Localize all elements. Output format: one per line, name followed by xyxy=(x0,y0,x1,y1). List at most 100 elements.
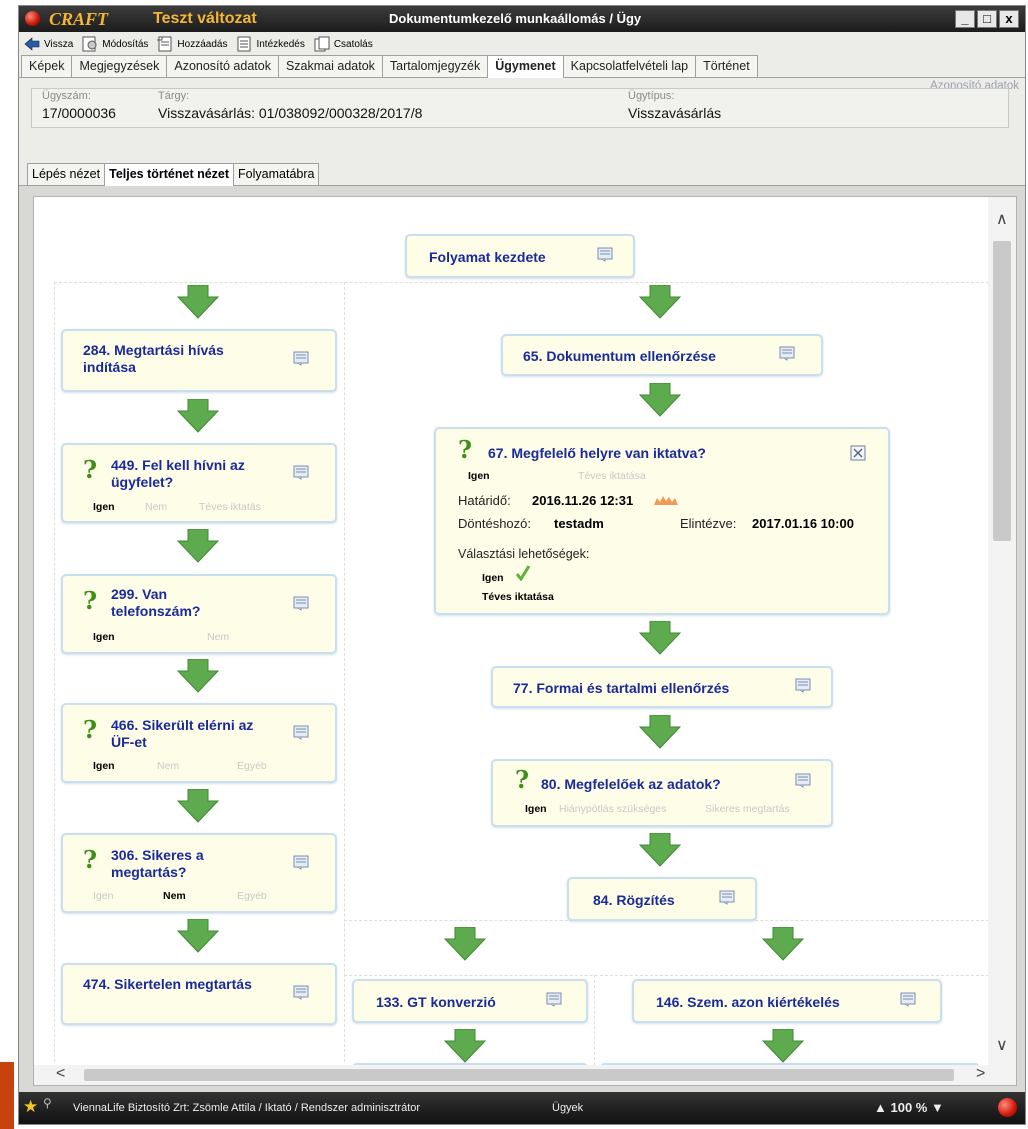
key-icon[interactable]: ⚲ xyxy=(43,1096,52,1110)
id-fields: Ügyszám: 17/0000036 Tárgy: Visszavásárlá… xyxy=(31,88,1009,128)
node-title: 65. Dokumentum ellenőrzése xyxy=(523,348,716,364)
option: Téves iktatása xyxy=(578,470,646,482)
flow-arrow xyxy=(638,285,682,319)
attach-button[interactable]: Csatolás xyxy=(313,36,373,52)
status-bar: ★ ⚲ ViennaLife Biztosító Zrt: Zsömle Att… xyxy=(19,1092,1025,1124)
window-title: Dokumentumkezelő munkaállomás / Ügy xyxy=(389,11,642,26)
option: Nem xyxy=(145,501,168,513)
flow-arrow xyxy=(443,1029,487,1063)
option-selected: Igen xyxy=(93,631,115,643)
edit-document-icon xyxy=(82,36,97,52)
scroll-right-icon[interactable]: > xyxy=(976,1065,985,1083)
flow-node-65[interactable]: 65. Dokumentum ellenőrzése xyxy=(501,334,823,376)
tab-flowchart[interactable]: Folyamatábra xyxy=(233,163,320,185)
lane-divider xyxy=(344,282,345,1062)
note-icon xyxy=(293,855,309,870)
maximize-button[interactable]: □ xyxy=(977,10,997,28)
tab-images[interactable]: Képek xyxy=(21,55,73,77)
node-title: 449. Fel kell hívni az ügyfelet? xyxy=(111,457,245,490)
case-no-value: 17/0000036 xyxy=(42,105,116,121)
tab-contact-sheet[interactable]: Kapcsolatfelvételi lap xyxy=(562,55,697,77)
id-panel: Azonosító adatok Ügyszám: 17/0000036 Tár… xyxy=(19,78,1025,164)
tab-id-data[interactable]: Azonosító adatok xyxy=(166,55,279,77)
vertical-scrollbar[interactable]: ∧ ∨ xyxy=(988,197,1016,1067)
case-type-label: Ügytípus: xyxy=(628,90,675,102)
scroll-left-icon[interactable]: < xyxy=(56,1065,65,1083)
decider-value: testadm xyxy=(554,516,604,531)
flow-node-84[interactable]: 84. Rögzítés xyxy=(567,877,757,921)
tab-full-history-view[interactable]: Teljes történet nézet xyxy=(104,163,235,186)
flow-node-299[interactable]: ? 299. Van telefonszám? Igen Nem xyxy=(61,574,337,654)
tab-case-flow[interactable]: Ügymenet xyxy=(487,55,564,78)
tab-history[interactable]: Történet xyxy=(695,55,758,77)
flow-node-146[interactable]: 146. Szem. azon kiértékelés xyxy=(632,979,942,1023)
lane-divider xyxy=(344,975,994,976)
scroll-up-icon[interactable]: ∧ xyxy=(996,209,1008,229)
scroll-down-icon[interactable]: ∨ xyxy=(996,1035,1008,1055)
close-icon[interactable] xyxy=(850,445,866,461)
add-button[interactable]: Hozzáadás xyxy=(156,36,227,52)
tab-professional-data[interactable]: Szakmai adatok xyxy=(277,55,383,77)
action-button[interactable]: Intézkedés xyxy=(235,36,305,52)
horizontal-scroll-thumb[interactable] xyxy=(84,1069,954,1081)
checkmark-icon xyxy=(516,565,530,581)
flow-node-466[interactable]: ? 466. Sikerült elérni az ÜF-et Igen Nem… xyxy=(61,703,337,783)
done-label: Elintézve: xyxy=(680,516,737,531)
flow-arrow xyxy=(443,927,487,961)
note-icon xyxy=(597,247,613,262)
flow-arrow xyxy=(176,529,220,563)
option: Téves iktatás xyxy=(199,501,261,513)
back-label: Vissza xyxy=(44,38,74,50)
option: Egyéb xyxy=(237,760,267,772)
node-title: 474. Sikertelen megtartás xyxy=(83,976,252,992)
vertical-scroll-thumb[interactable] xyxy=(993,241,1011,541)
flow-arrow xyxy=(176,789,220,823)
tab-notes[interactable]: Megjegyzések xyxy=(71,55,168,77)
node-title: 146. Szem. azon kiértékelés xyxy=(656,994,840,1010)
minimize-button[interactable]: _ xyxy=(955,10,975,28)
flow-arrow xyxy=(761,927,805,961)
cases-link[interactable]: Ügyek xyxy=(552,1102,583,1114)
flow-node-80[interactable]: ? 80. Megfelelőek az adatok? Igen Hiányp… xyxy=(491,759,833,827)
case-no-label: Ügyszám: xyxy=(42,90,91,102)
flow-arrow xyxy=(638,833,682,867)
modify-button[interactable]: Módosítás xyxy=(81,36,148,52)
note-icon xyxy=(293,351,309,366)
flow-arrow xyxy=(176,659,220,693)
flow-node-start[interactable]: Folyamat kezdete xyxy=(405,234,635,278)
flow-node-306[interactable]: ? 306. Sikeres a megtartás? Igen Nem Egy… xyxy=(61,833,337,913)
tab-step-view[interactable]: Lépés nézet xyxy=(27,163,106,185)
action-label: Intézkedés xyxy=(256,38,305,50)
view-tabs: Lépés nézet Teljes történet nézet Folyam… xyxy=(19,163,1025,186)
window-controls: _ □ x xyxy=(955,10,1019,28)
flow-node-449[interactable]: ? 449. Fel kell hívni az ügyfelet? Igen … xyxy=(61,443,337,523)
horizontal-scrollbar[interactable]: < > xyxy=(34,1065,1016,1085)
choices-label: Választási lehetőségek: xyxy=(458,547,590,561)
flow-node-474[interactable]: 474. Sikertelen megtartás xyxy=(61,963,337,1025)
choice: Igen xyxy=(482,572,504,584)
note-icon xyxy=(293,985,309,1000)
flow-node-67[interactable]: ? 67. Megfelelő helyre van iktatva? Igen… xyxy=(434,427,890,615)
flow-arrow xyxy=(638,715,682,749)
option: Igen xyxy=(93,890,114,902)
favorites-star-icon[interactable]: ★ xyxy=(23,1097,38,1117)
lane-divider xyxy=(54,282,994,283)
close-button[interactable]: x xyxy=(999,10,1019,28)
decision-icon: ? xyxy=(83,715,98,744)
flow-node-284[interactable]: 284. Megtartási hívás indítása xyxy=(61,329,337,392)
option-selected: Igen xyxy=(93,760,115,772)
action-document-icon xyxy=(237,36,251,52)
subject-label: Tárgy: xyxy=(158,90,190,102)
current-user: ViennaLife Biztosító Zrt: Zsömle Attila … xyxy=(73,1102,421,1114)
note-icon xyxy=(900,992,916,1007)
attach-document-icon xyxy=(314,36,330,52)
flow-node-133[interactable]: 133. GT konverzió xyxy=(352,979,588,1023)
tab-contents[interactable]: Tartalomjegyzék xyxy=(381,55,489,77)
zoom-control[interactable]: ▲ 100 % ▼ xyxy=(874,1100,944,1115)
back-button[interactable]: Vissza xyxy=(23,36,73,52)
decision-icon: ? xyxy=(515,765,530,794)
flow-node-77[interactable]: 77. Formai és tartalmi ellenőrzés xyxy=(491,666,833,708)
status-indicator-icon[interactable] xyxy=(998,1098,1017,1117)
node-title: 466. Sikerült elérni az ÜF-et xyxy=(111,717,254,750)
background-strip xyxy=(0,1062,14,1129)
